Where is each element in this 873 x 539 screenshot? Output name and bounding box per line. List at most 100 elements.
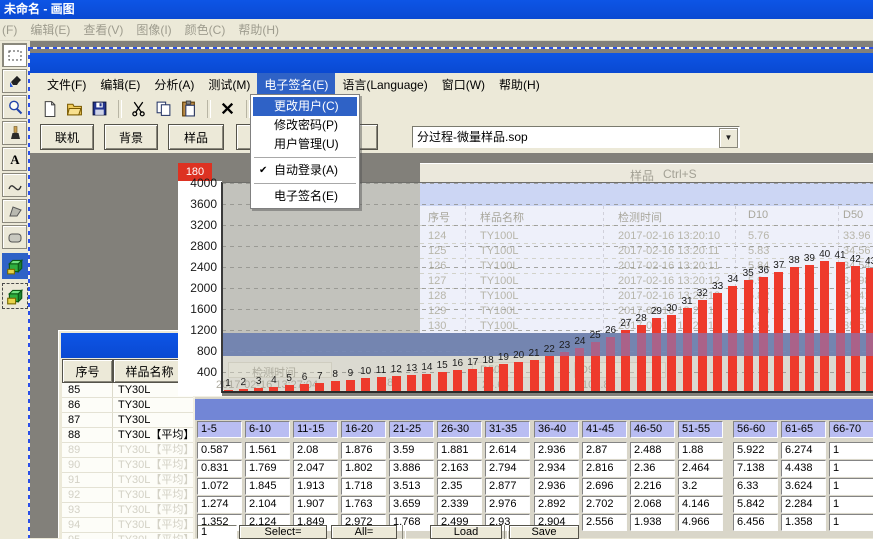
- save-file-button[interactable]: [88, 99, 110, 119]
- cut-button[interactable]: [127, 99, 149, 119]
- dist-value-cell[interactable]: 2.794: [485, 460, 530, 477]
- dist-value-cell[interactable]: 2.36: [630, 460, 675, 477]
- dist-value-cell[interactable]: 3.513: [389, 478, 434, 495]
- list-row[interactable]: 91TY30L【平均】: [62, 473, 193, 488]
- green-cube-canvas-icon[interactable]: [2, 253, 28, 279]
- dist-value-cell[interactable]: 2.87: [582, 442, 627, 459]
- app-menu-文件F[interactable]: 文件(F): [40, 73, 93, 96]
- dist-value-cell[interactable]: 2.934: [534, 460, 579, 477]
- dist-value-cell[interactable]: 3.2: [678, 478, 723, 495]
- dist-value-cell[interactable]: 4.146: [678, 496, 723, 513]
- dist-value-cell[interactable]: 2.696: [582, 478, 627, 495]
- dist-value-cell[interactable]: 2.976: [485, 496, 530, 513]
- quick-button-背景[interactable]: 背景: [104, 124, 158, 150]
- copy-button[interactable]: [152, 99, 174, 119]
- footer-button-Load[interactable]: Load: [430, 525, 502, 539]
- dist-value-cell[interactable]: 3.59: [389, 442, 434, 459]
- dist-value-cell[interactable]: 1: [829, 496, 873, 513]
- paste-button[interactable]: [177, 99, 199, 119]
- dist-value-cell[interactable]: 1.845: [245, 478, 290, 495]
- dist-value-cell[interactable]: 2.047: [293, 460, 338, 477]
- dist-value-cell[interactable]: 2.936: [534, 478, 579, 495]
- text-tool-tool-button[interactable]: A: [2, 147, 27, 171]
- dist-value-cell[interactable]: 1: [829, 478, 873, 495]
- app-menu-语言Language[interactable]: 语言(Language): [335, 73, 434, 96]
- list-row[interactable]: 92TY30L【平均】: [62, 488, 193, 503]
- marquee-select-tool-button[interactable]: [2, 43, 27, 67]
- app-menu-电子签名E[interactable]: 电子签名(E): [257, 73, 335, 96]
- paint-menu-item-3[interactable]: 图像(I): [136, 21, 171, 38]
- distribution-table-title-band[interactable]: [195, 399, 873, 420]
- footer-button-Save[interactable]: Save: [509, 525, 579, 539]
- app-menu-分析A[interactable]: 分析(A): [147, 73, 201, 96]
- dist-value-cell[interactable]: 6.33: [733, 478, 778, 495]
- dist-value-cell[interactable]: 1.718: [341, 478, 386, 495]
- dist-value-cell[interactable]: 2.877: [485, 478, 530, 495]
- dist-value-cell[interactable]: 1: [829, 442, 873, 459]
- selection-marquee-top[interactable]: [29, 47, 873, 49]
- menu-item-更改用户C[interactable]: 更改用户(C): [253, 97, 357, 116]
- dist-value-cell[interactable]: 2.816: [582, 460, 627, 477]
- dist-value-cell[interactable]: 3.659: [389, 496, 434, 513]
- list-row[interactable]: 93TY30L【平均】: [62, 503, 193, 518]
- list-row[interactable]: 89TY30L【平均】: [62, 443, 193, 458]
- list-row[interactable]: 90TY30L【平均】: [62, 458, 193, 473]
- app-menu-帮助H[interactable]: 帮助(H): [492, 73, 547, 96]
- dist-value-cell[interactable]: 1.763: [341, 496, 386, 513]
- dist-value-cell[interactable]: 2.163: [437, 460, 482, 477]
- green-cube-paste-canvas-icon[interactable]: [2, 283, 28, 309]
- brush-tool-button[interactable]: [2, 121, 27, 145]
- dist-value-cell[interactable]: 1.072: [197, 478, 242, 495]
- paint-menu-item-4[interactable]: 颜色(C): [185, 21, 226, 38]
- quick-button-联机[interactable]: 联机: [40, 124, 94, 150]
- dist-value-cell[interactable]: 2.068: [630, 496, 675, 513]
- list-row[interactable]: 88TY30L【平均】: [62, 428, 193, 443]
- dist-value-cell[interactable]: 1: [829, 514, 873, 531]
- dist-value-cell[interactable]: 1.938: [630, 514, 675, 531]
- dist-value-cell[interactable]: 1: [829, 460, 873, 477]
- list-row[interactable]: 94TY30L【平均】: [62, 518, 193, 533]
- paint-menu-item-1[interactable]: 编辑(E): [30, 21, 70, 38]
- dist-value-cell[interactable]: 2.35: [437, 478, 482, 495]
- dist-value-cell[interactable]: 6.456: [733, 514, 778, 531]
- dist-value-cell[interactable]: 6.274: [781, 442, 826, 459]
- menu-item-用户管理U[interactable]: 用户管理(U): [253, 135, 357, 154]
- sample-list-titlebar[interactable]: [61, 333, 192, 358]
- dist-value-cell[interactable]: 5.842: [733, 496, 778, 513]
- dist-value-cell[interactable]: 1.802: [341, 460, 386, 477]
- menu-item-自动登录A[interactable]: 自动登录(A)✔: [253, 161, 357, 180]
- dist-value-cell[interactable]: 2.464: [678, 460, 723, 477]
- app-window-titlebar[interactable]: [30, 53, 873, 73]
- dist-value-cell[interactable]: 0.587: [197, 442, 242, 459]
- dist-value-cell[interactable]: 1.358: [781, 514, 826, 531]
- footer-button-Select[interactable]: Select=: [239, 525, 327, 539]
- dist-value-cell[interactable]: 1.88: [678, 442, 723, 459]
- quick-button-样品[interactable]: 样品: [168, 124, 224, 150]
- paint-menu-item-2[interactable]: 查看(V): [83, 21, 123, 38]
- dist-value-cell[interactable]: 1.769: [245, 460, 290, 477]
- dist-value-cell[interactable]: 5.922: [733, 442, 778, 459]
- dist-value-cell[interactable]: 1.913: [293, 478, 338, 495]
- app-menu-编辑E[interactable]: 编辑(E): [93, 73, 147, 96]
- dist-value-cell[interactable]: 1.274: [197, 496, 242, 513]
- dist-value-cell[interactable]: 2.936: [534, 442, 579, 459]
- list-row[interactable]: 95TY30L【平均】: [62, 533, 193, 539]
- dist-value-cell[interactable]: 0.831: [197, 460, 242, 477]
- chevron-down-icon[interactable]: ▼: [719, 128, 738, 148]
- dist-value-cell[interactable]: 2.08: [293, 442, 338, 459]
- dist-value-cell[interactable]: 2.339: [437, 496, 482, 513]
- rounded-rectangle-tool-button[interactable]: [2, 225, 27, 249]
- dist-value-cell[interactable]: 4.966: [678, 514, 723, 531]
- dist-value-cell[interactable]: 1.561: [245, 442, 290, 459]
- dist-value-cell[interactable]: 3.624: [781, 478, 826, 495]
- dist-value-cell[interactable]: 2.216: [630, 478, 675, 495]
- curve-tool-button[interactable]: [2, 173, 27, 197]
- dist-value-cell[interactable]: 2.892: [534, 496, 579, 513]
- footer-button-All[interactable]: All=: [331, 525, 397, 539]
- menu-item-修改密码P[interactable]: 修改密码(P): [253, 116, 357, 135]
- dist-value-cell[interactable]: 2.614: [485, 442, 530, 459]
- fill-bucket-tool-button[interactable]: [2, 69, 27, 93]
- list-row[interactable]: 86TY30L: [62, 398, 193, 413]
- new-file-button[interactable]: [38, 99, 60, 119]
- dist-value-cell[interactable]: 2.702: [582, 496, 627, 513]
